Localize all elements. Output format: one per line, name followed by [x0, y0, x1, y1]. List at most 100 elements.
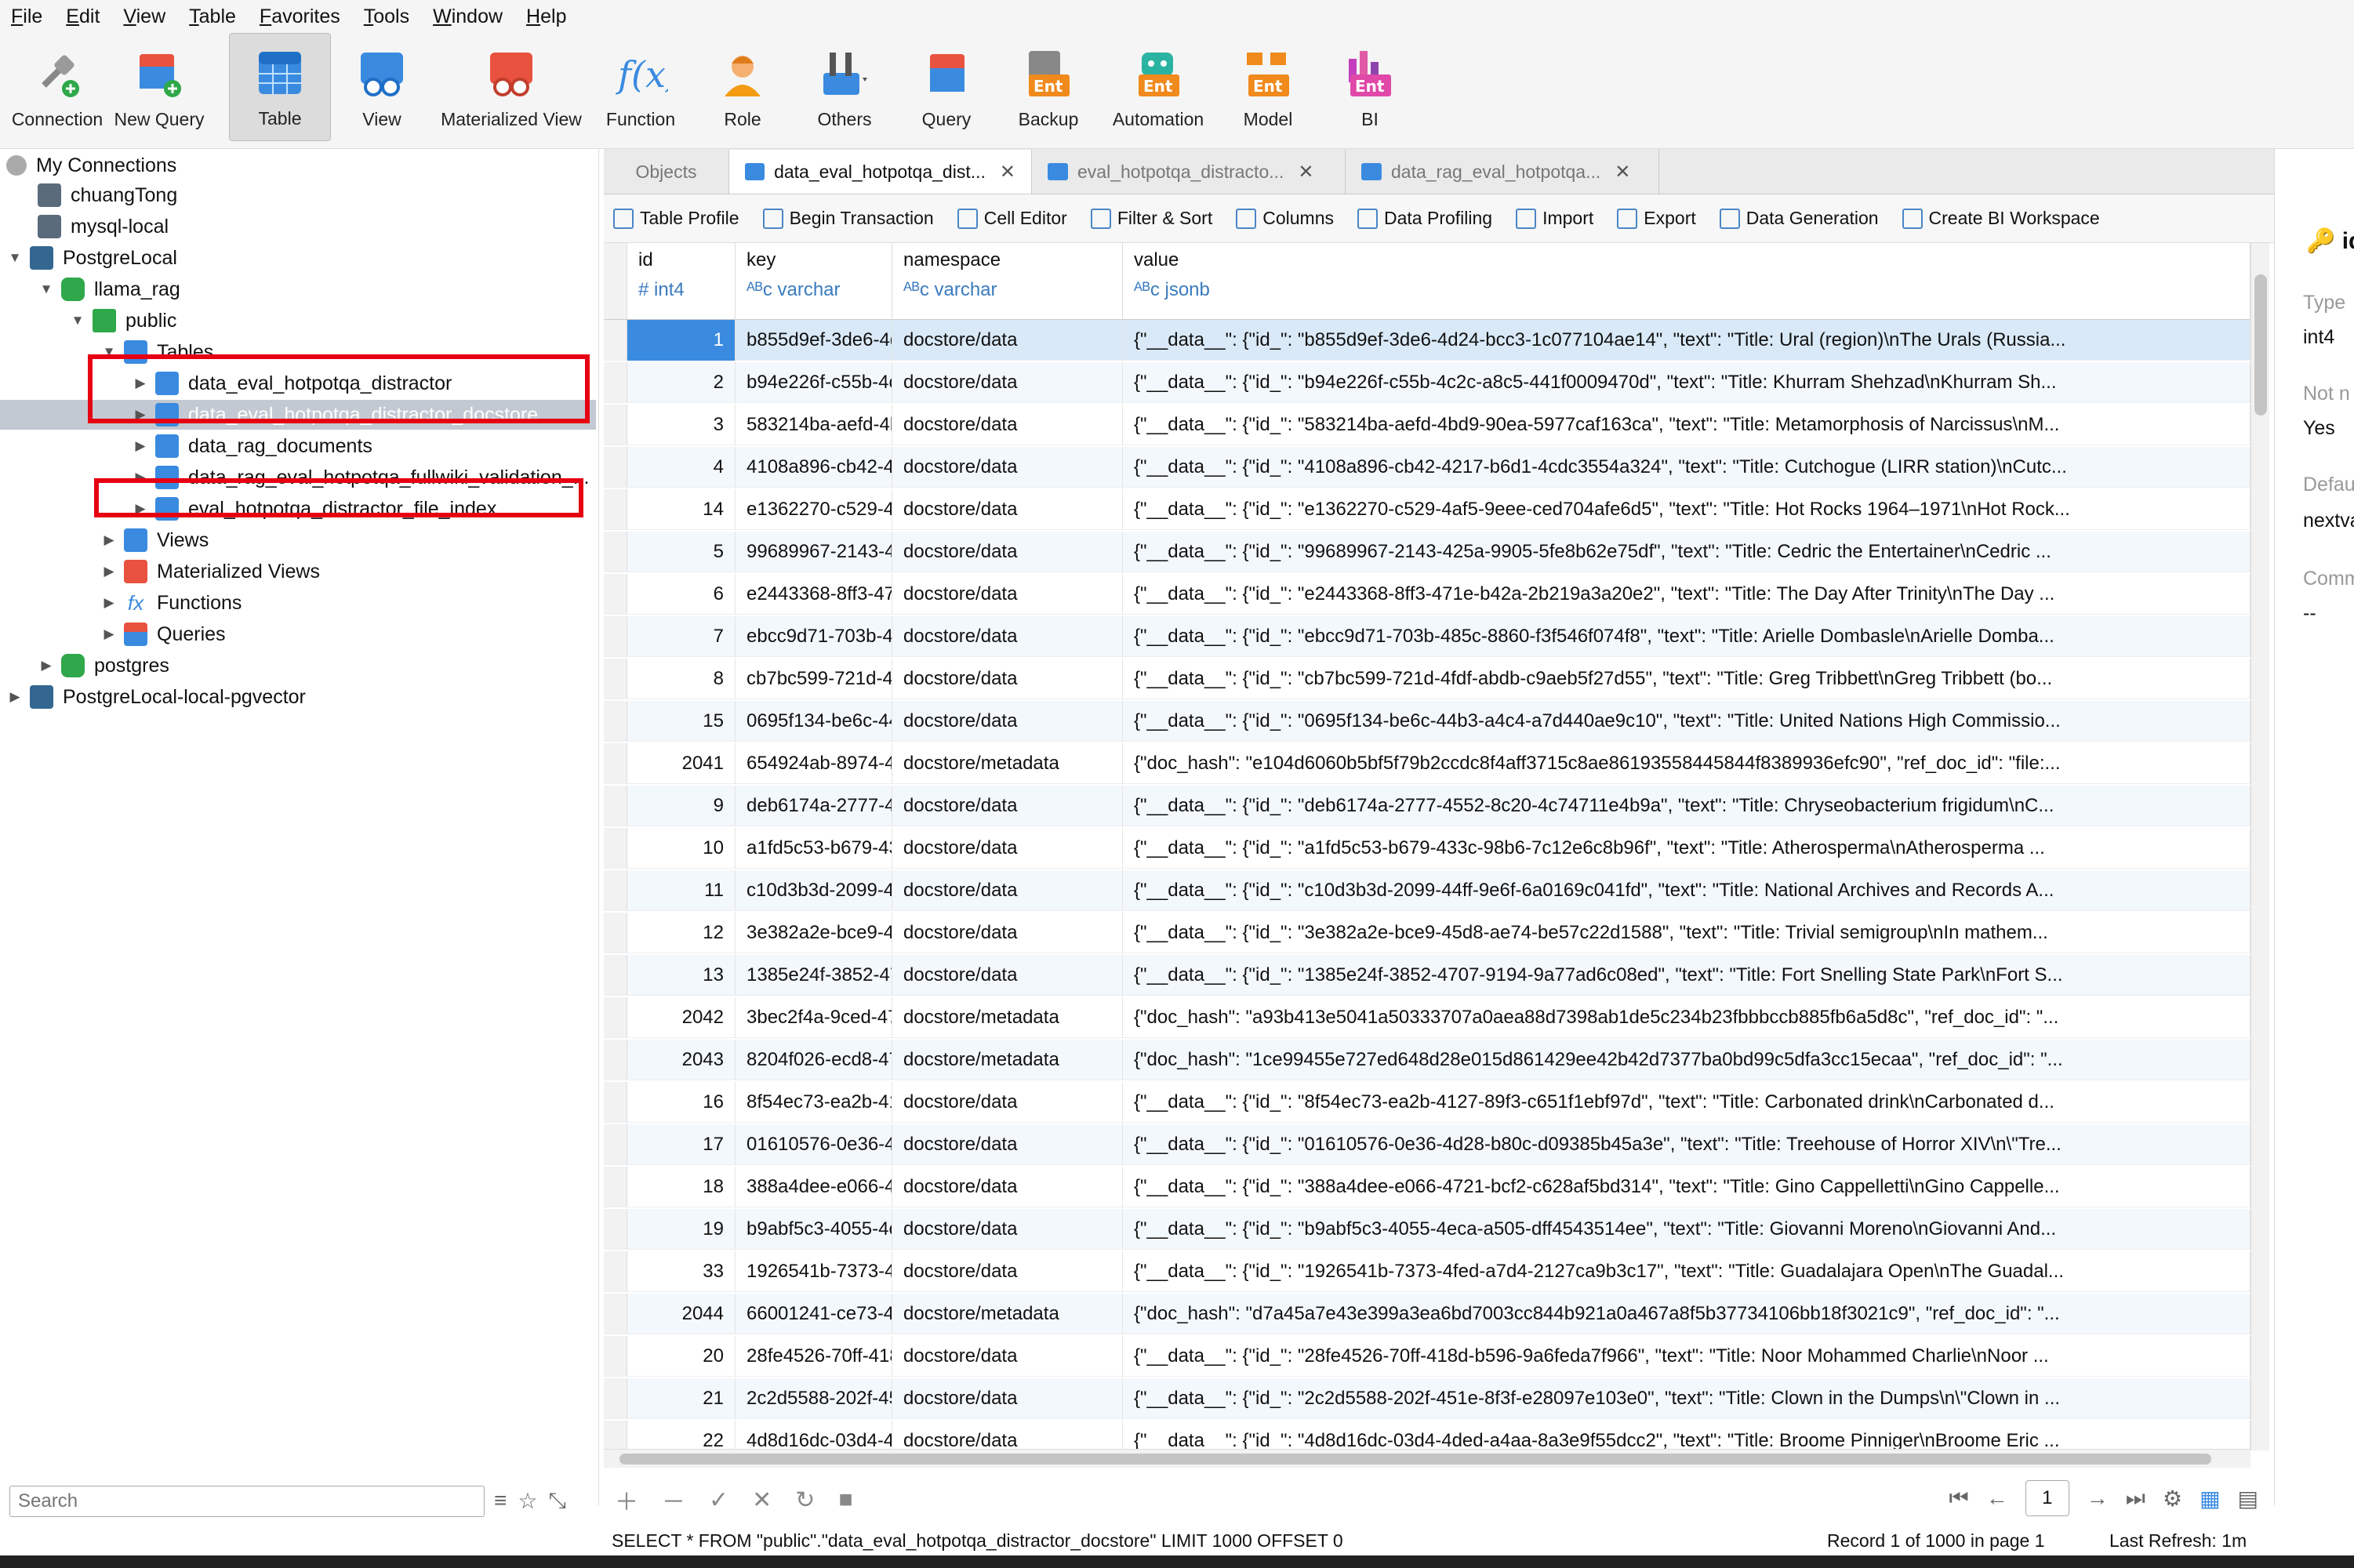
table-row[interactable]: 14e1362270-c529-4af5-9eee-ce...docstore/…	[604, 489, 2250, 530]
cell-value[interactable]: {"__data__": {"id_": "1385e24f-3852-4707…	[1123, 955, 2250, 996]
add-record-icon[interactable]: ＋	[615, 1483, 638, 1517]
column-header-key[interactable]: key ᴬᴮc varchar	[736, 243, 892, 320]
table-row[interactable]: 123e382a2e-bce9-45d8-ae74-be...docstore/…	[604, 913, 2250, 953]
cell-value[interactable]: {"doc_hash": "1ce99455e727ed648d28e015d8…	[1123, 1040, 2250, 1080]
table-row[interactable]: 44108a896-cb42-4217-b6d1-4c...docstore/d…	[604, 447, 2250, 488]
table-row[interactable]: 168f54ec73-ea2b-4127-89f3-c65...docstore…	[604, 1082, 2250, 1123]
tree-table-data-rag-documents[interactable]: ▶ data_rag_documents	[132, 431, 372, 461]
cell-value[interactable]: {"__data__": {"id_": "e1362270-c529-4af5…	[1123, 489, 2250, 530]
cell-key[interactable]: e1362270-c529-4af5-9eee-ce...	[736, 489, 892, 530]
chevron-right-icon[interactable]: ▶	[100, 532, 118, 548]
menu-file[interactable]: File	[11, 5, 42, 28]
navigator-search-input[interactable]	[9, 1486, 485, 1517]
vertical-scrollbar[interactable]	[2250, 243, 2269, 1450]
row-gutter[interactable]	[604, 870, 627, 910]
cell-namespace[interactable]: docstore/data	[892, 1378, 1123, 1419]
table-profile-button[interactable]: Table Profile	[613, 208, 739, 229]
cell-namespace[interactable]: docstore/data	[892, 405, 1123, 445]
row-gutter[interactable]	[604, 1124, 627, 1164]
cell-value[interactable]: {"__data__": {"id_": "583214ba-aefd-4bd9…	[1123, 405, 2250, 445]
cell-id[interactable]: 14	[627, 489, 736, 530]
menu-edit[interactable]: Edit	[66, 5, 100, 28]
cell-value[interactable]: {"__data__": {"id_": "deb6174a-2777-4552…	[1123, 786, 2250, 826]
cell-value[interactable]: {"__data__": {"id_": "4108a896-cb42-4217…	[1123, 447, 2250, 488]
table-row[interactable]: 2b94e226f-c55b-4c2c-a8c5-441...docstore/…	[604, 362, 2250, 403]
menu-window[interactable]: Window	[433, 5, 503, 28]
cell-namespace[interactable]: docstore/data	[892, 786, 1123, 826]
tree-my-connections[interactable]: My Connections	[6, 151, 176, 180]
cell-namespace[interactable]: docstore/data	[892, 1251, 1123, 1292]
cell-key[interactable]: cb7bc599-721d-4fdf-abdb-c9...	[736, 659, 892, 699]
import-button[interactable]: Import	[1516, 208, 1593, 229]
row-gutter[interactable]	[604, 1378, 627, 1418]
delete-record-icon[interactable]: －	[662, 1483, 685, 1517]
cell-id[interactable]: 12	[627, 913, 736, 953]
cell-key[interactable]: a1fd5c53-b679-433c-98b6-7c...	[736, 828, 892, 869]
cell-id[interactable]: 33	[627, 1251, 736, 1292]
cell-namespace[interactable]: docstore/data	[892, 828, 1123, 869]
row-gutter[interactable]	[604, 320, 627, 360]
cell-key[interactable]: 388a4dee-e066-4721-bcf2-c6...	[736, 1167, 892, 1207]
tree-queries[interactable]: ▶ Queries	[100, 619, 226, 649]
tree-views[interactable]: ▶ Views	[100, 525, 209, 555]
row-gutter[interactable]	[604, 405, 627, 445]
cell-id[interactable]: 7	[627, 616, 736, 657]
cell-key[interactable]: b855d9ef-3de6-4d24-bcc3-1c...	[736, 320, 892, 361]
materialized-view-button[interactable]: Materialized View	[433, 33, 590, 141]
cell-key[interactable]: b9abf5c3-4055-4eca-a505-dff...	[736, 1209, 892, 1250]
cell-value[interactable]: {"__data__": {"id_": "99689967-2143-425a…	[1123, 532, 2250, 572]
tree-functions[interactable]: ▶ fx Functions	[100, 588, 242, 618]
row-gutter[interactable]	[604, 616, 627, 656]
grid-view-icon[interactable]: ▦	[2200, 1486, 2220, 1512]
function-button[interactable]: f(x) Function	[590, 33, 692, 141]
table-row[interactable]: 9deb6174a-2777-4552-8c20-4c...docstore/d…	[604, 786, 2250, 826]
row-gutter[interactable]	[604, 913, 627, 953]
cell-id[interactable]: 5	[627, 532, 736, 572]
row-gutter[interactable]	[604, 1294, 627, 1334]
cell-id[interactable]: 6	[627, 574, 736, 615]
chevron-right-icon[interactable]: ▶	[100, 626, 118, 642]
row-gutter[interactable]	[604, 997, 627, 1037]
cell-namespace[interactable]: docstore/data	[892, 913, 1123, 953]
discard-changes-icon[interactable]: ✕	[752, 1486, 772, 1514]
table-row[interactable]: 7ebcc9d71-703b-485c-8860-f3f...docstore/…	[604, 616, 2250, 657]
table-row[interactable]: 6e2443368-8ff3-471e-b42a-2b...docstore/d…	[604, 574, 2250, 615]
cell-namespace[interactable]: docstore/data	[892, 532, 1123, 572]
table-row[interactable]: 20423bec2f4a-9ced-471a-8eb2-43...docstor…	[604, 997, 2250, 1038]
cell-key[interactable]: 654924ab-8974-4a6b-874d-f8...	[736, 743, 892, 784]
cell-namespace[interactable]: docstore/metadata	[892, 743, 1123, 784]
cell-value[interactable]: {"__data__": {"id_": "0695f134-be6c-44b3…	[1123, 701, 2250, 742]
cell-value[interactable]: {"__data__": {"id_": "3e382a2e-bce9-45d8…	[1123, 913, 2250, 953]
star-icon[interactable]: ☆	[518, 1488, 537, 1514]
cell-value[interactable]: {"doc_hash": "d7a45a7e43e399a3ea6bd7003c…	[1123, 1294, 2250, 1334]
cell-namespace[interactable]: docstore/data	[892, 701, 1123, 742]
cell-key[interactable]: 1385e24f-3852-4707-9194-9a...	[736, 955, 892, 996]
row-gutter[interactable]	[604, 659, 627, 699]
cell-key[interactable]: 0695f134-be6c-44b3-a4c4-a7...	[736, 701, 892, 742]
first-page-icon[interactable]: ⏮	[1949, 1486, 1969, 1512]
table-button[interactable]: Table	[229, 33, 331, 141]
cell-id[interactable]: 2	[627, 362, 736, 403]
column-header-namespace[interactable]: namespace ᴬᴮc varchar	[892, 243, 1123, 320]
row-gutter[interactable]	[604, 1336, 627, 1376]
cell-namespace[interactable]: docstore/data	[892, 1082, 1123, 1123]
row-gutter[interactable]	[604, 1040, 627, 1080]
cell-value[interactable]: {"__data__": {"id_": "a1fd5c53-b679-433c…	[1123, 828, 2250, 869]
cell-id[interactable]: 21	[627, 1378, 736, 1419]
chevron-down-icon[interactable]: ▼	[69, 313, 86, 328]
cell-value[interactable]: {"__data__": {"id_": "01610576-0e36-4d28…	[1123, 1124, 2250, 1165]
tree-postgrelocal-local-pgvector[interactable]: ▶ PostgreLocal-local-pgvector	[6, 682, 306, 712]
menu-table[interactable]: Table	[189, 5, 236, 28]
cell-value[interactable]: {"__data__": {"id_": "b9abf5c3-4055-4eca…	[1123, 1209, 2250, 1250]
cell-value[interactable]: {"__data__": {"id_": "b94e226f-c55b-4c2c…	[1123, 362, 2250, 403]
chevron-down-icon[interactable]: ▼	[6, 250, 24, 266]
cell-key[interactable]: 99689967-2143-425a-9905-5f...	[736, 532, 892, 572]
cell-namespace[interactable]: docstore/data	[892, 489, 1123, 530]
cell-value[interactable]: {"__data__": {"id_": "2c2d5588-202f-451e…	[1123, 1378, 2250, 1419]
new-query-button[interactable]: New Query	[108, 33, 210, 141]
columns-button[interactable]: Columns	[1236, 208, 1334, 229]
cell-namespace[interactable]: docstore/data	[892, 1209, 1123, 1250]
cell-value[interactable]: {"doc_hash": "a93b413e5041a50333707a0aea…	[1123, 997, 2250, 1038]
tab-objects[interactable]: Objects	[604, 150, 729, 194]
cell-value[interactable]: {"__data__": {"id_": "388a4dee-e066-4721…	[1123, 1167, 2250, 1207]
